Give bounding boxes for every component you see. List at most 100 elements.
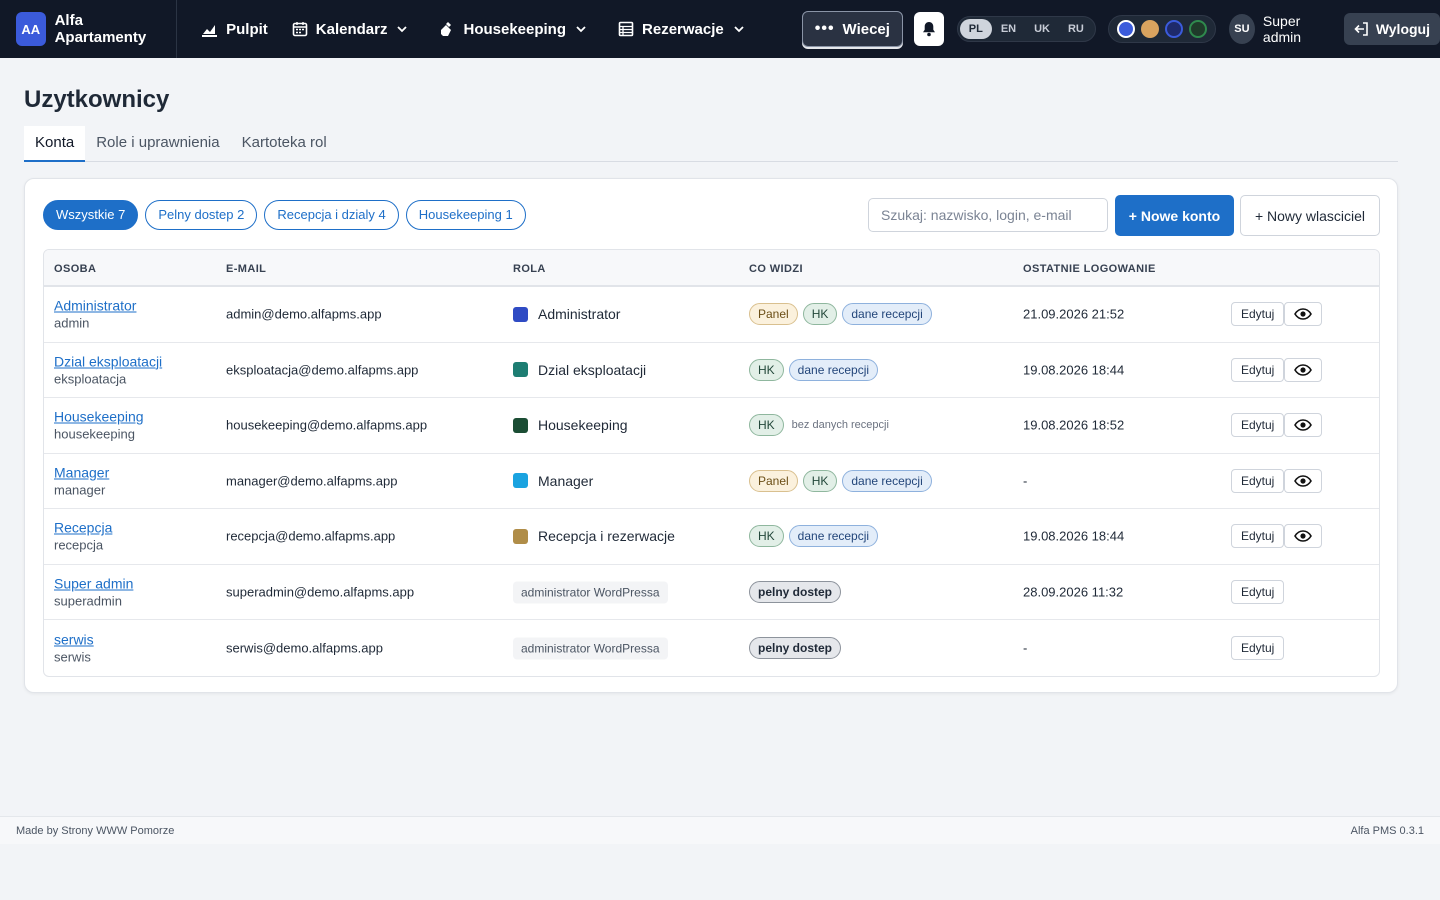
logout-icon xyxy=(1354,22,1368,36)
person-name-link[interactable]: Housekeeping xyxy=(54,409,144,425)
user-name: Super admin xyxy=(1262,13,1302,45)
lang-uk[interactable]: UK xyxy=(1025,19,1059,39)
eye-icon xyxy=(1294,530,1312,543)
person-name-link[interactable]: Dzial eksploatacji xyxy=(54,353,162,369)
tag-panel: Panel xyxy=(749,469,798,492)
user-menu[interactable]: SU Super admin xyxy=(1228,13,1332,45)
role-name: Dzial eksploatacji xyxy=(538,361,647,378)
filter-reception[interactable]: Recepcja i dzialy 4 xyxy=(264,200,399,230)
preview-button[interactable] xyxy=(1284,357,1322,382)
table-row: Housekeeping housekeeping housekeeping@dem… xyxy=(44,398,1379,454)
eye-icon xyxy=(1294,363,1312,376)
person-name-link[interactable]: Recepcja xyxy=(54,520,112,536)
logout-button[interactable]: Wyloguj xyxy=(1343,13,1440,45)
nav-housekeeping[interactable]: Housekeeping xyxy=(427,11,606,47)
role-cell: administrator WordPressa xyxy=(513,581,668,604)
col-email: E-MAIL xyxy=(226,263,267,275)
chevron-down-icon xyxy=(734,26,744,33)
eye-icon xyxy=(1294,308,1312,321)
eye-icon xyxy=(1294,419,1312,432)
table-row: Manager manager manager@demo.alfapms.app Ma… xyxy=(44,454,1379,509)
dots-icon: ••• xyxy=(814,20,835,37)
last-login: 28.09.2026 11:32 xyxy=(1023,584,1124,600)
edit-button[interactable]: Edytuj xyxy=(1231,357,1285,382)
filter-full-access[interactable]: Pelny dostep 2 xyxy=(145,200,258,230)
lang-ru[interactable]: RU xyxy=(1059,19,1093,39)
theme-swatch-green[interactable] xyxy=(1188,20,1207,38)
role-name: Recepcja i rezerwacje xyxy=(538,528,675,545)
role-color-swatch xyxy=(513,417,528,433)
visibility-tags: pelny dostep xyxy=(749,636,846,659)
theme-swatch-gold[interactable] xyxy=(1140,20,1159,38)
nav-kalendarz[interactable]: Kalendarz xyxy=(280,11,428,47)
chart-icon xyxy=(202,24,218,37)
filter-all[interactable]: Wszystkie 7 xyxy=(43,200,139,230)
person-email: serwis@demo.alfapms.app xyxy=(226,640,383,656)
col-visibility: CO WIDZI xyxy=(749,263,803,275)
person-name-link[interactable]: Administrator xyxy=(54,298,136,314)
person-login: superadmin xyxy=(54,593,122,609)
preview-button[interactable] xyxy=(1284,413,1322,438)
theme-swatch-navy[interactable] xyxy=(1164,20,1183,38)
more-label: Wiecej xyxy=(842,20,890,38)
role-cell: Dzial eksploatacji xyxy=(513,362,646,378)
main-nav: Pulpit Kalendarz Housekeeping Rezerwacje xyxy=(189,0,764,58)
person-name-link[interactable]: Super admin xyxy=(54,575,133,591)
nav-pulpit[interactable]: Pulpit xyxy=(189,11,280,47)
avatar: SU xyxy=(1228,14,1255,44)
preview-button[interactable] xyxy=(1284,302,1322,327)
chevron-down-icon xyxy=(576,26,586,33)
table-row: Administrator admin admin@demo.alfapms.app… xyxy=(44,287,1379,343)
last-login: 21.09.2026 21:52 xyxy=(1023,306,1125,322)
theme-swatch-blue[interactable] xyxy=(1116,20,1135,38)
tab-kartoteka[interactable]: Kartoteka rol xyxy=(231,126,338,162)
accounts-card: Wszystkie 7 Pelny dostep 2 Recepcja i dz… xyxy=(24,178,1398,693)
role-cell: Housekeeping xyxy=(513,417,628,433)
nav-label: Kalendarz xyxy=(315,20,388,38)
visibility-tags: Panel HK dane recepcji xyxy=(749,303,937,326)
brand-name: Alfa Apartamenty xyxy=(54,12,147,46)
lang-en[interactable]: EN xyxy=(992,19,1025,39)
person-login: manager xyxy=(54,482,106,498)
new-owner-button[interactable]: + Nowy wlasciciel xyxy=(1240,195,1380,236)
edit-button[interactable]: Edytuj xyxy=(1231,524,1285,549)
table-row: Recepcja recepcja recepcja@demo.alfapms.ap… xyxy=(44,509,1379,565)
tag-reception-data: dane recepcji xyxy=(788,525,879,548)
lang-pl[interactable]: PL xyxy=(959,19,992,39)
nav-rezerwacje[interactable]: Rezerwacje xyxy=(606,11,764,47)
notifications-button[interactable] xyxy=(913,12,944,46)
person-name-link[interactable]: Manager xyxy=(54,464,109,480)
preview-button[interactable] xyxy=(1284,524,1322,549)
new-account-button[interactable]: + Nowe konto xyxy=(1115,195,1234,236)
edit-button[interactable]: Edytuj xyxy=(1231,579,1285,604)
brand[interactable]: AA Alfa Apartamenty xyxy=(0,0,178,58)
calendar-icon xyxy=(292,22,308,37)
person-email: admin@demo.alfapms.app xyxy=(226,306,382,322)
table-row: Super admin superadmin superadmin@demo.alf… xyxy=(44,565,1379,620)
tag-hk: HK xyxy=(749,414,784,437)
list-icon xyxy=(618,21,634,37)
last-login: 19.08.2026 18:44 xyxy=(1023,362,1125,378)
tag-full-access: pelny dostep xyxy=(749,580,842,603)
role-cell: Administrator xyxy=(513,306,620,322)
person-name-link[interactable]: serwis xyxy=(54,631,94,647)
theme-switcher xyxy=(1107,15,1216,43)
tag-reception-data: dane recepcji xyxy=(788,358,879,381)
filter-housekeeping[interactable]: Housekeeping 1 xyxy=(405,200,526,230)
edit-button[interactable]: Edytuj xyxy=(1231,413,1285,438)
tag-hk: HK xyxy=(802,303,838,326)
tab-konta[interactable]: Konta xyxy=(24,126,86,162)
search-input[interactable] xyxy=(868,198,1108,232)
preview-button[interactable] xyxy=(1284,468,1322,493)
edit-button[interactable]: Edytuj xyxy=(1231,468,1285,493)
tab-role[interactable]: Role i uprawnienia xyxy=(85,126,230,162)
tag-reception-data: dane recepcji xyxy=(842,469,932,492)
edit-button[interactable]: Edytuj xyxy=(1231,302,1285,327)
role-name: Administrator xyxy=(538,306,621,323)
eye-icon xyxy=(1294,474,1312,487)
more-button[interactable]: ••• Wiecej xyxy=(801,11,903,47)
edit-button[interactable]: Edytuj xyxy=(1231,635,1285,660)
nav-label: Housekeeping xyxy=(463,20,567,38)
tag-hk: HK xyxy=(749,525,784,548)
top-navbar: AA Alfa Apartamenty Pulpit Kalendarz Hou… xyxy=(0,0,1440,58)
